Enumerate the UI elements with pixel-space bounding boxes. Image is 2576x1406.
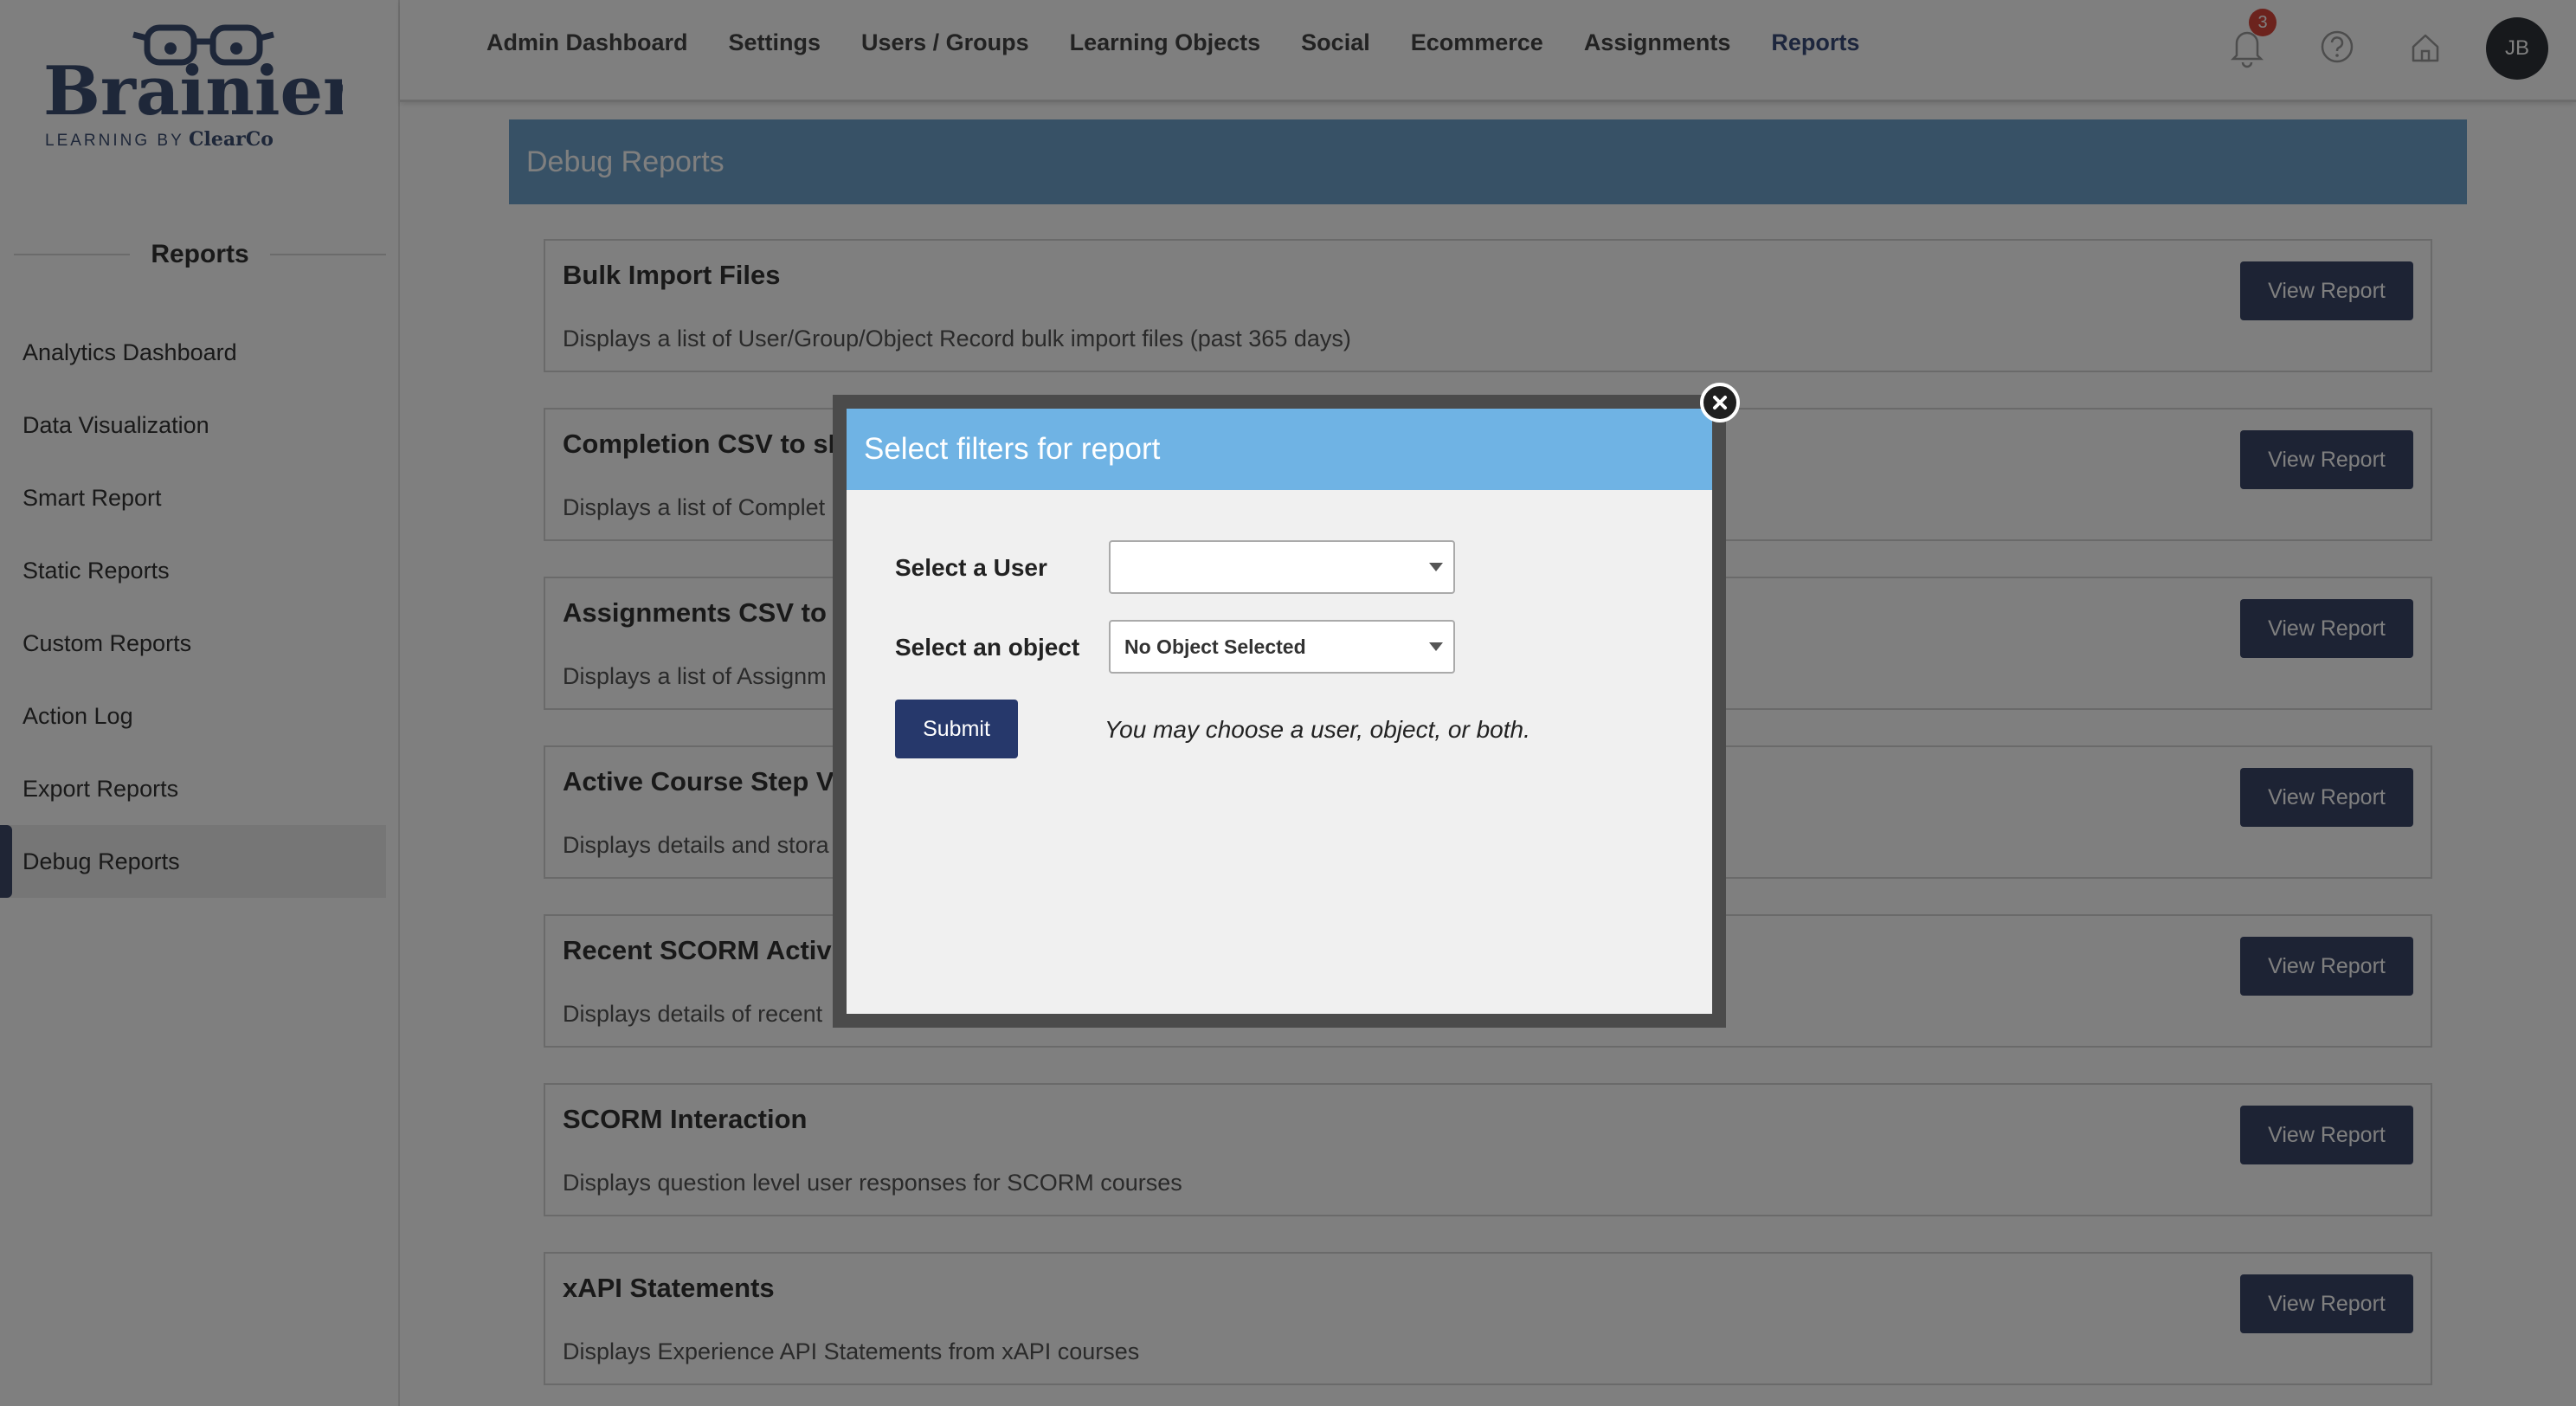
chevron-down-icon <box>1429 642 1443 651</box>
close-icon[interactable] <box>1700 383 1740 422</box>
object-select-label: Select an object <box>895 634 1080 661</box>
submit-button[interactable]: Submit <box>895 700 1018 758</box>
filter-hint: You may choose a user, object, or both. <box>1104 716 1530 743</box>
user-select-label: Select a User <box>895 554 1047 581</box>
object-select-value: No Object Selected <box>1124 635 1306 658</box>
user-select[interactable] <box>1109 540 1455 594</box>
chevron-down-icon <box>1429 563 1443 571</box>
modal-body: Select filters for report Select a User … <box>847 409 1712 1014</box>
filter-modal: Select filters for report Select a User … <box>833 395 1726 1028</box>
modal-title: Select filters for report <box>864 432 1161 466</box>
modal-header: Select filters for report <box>847 409 1712 490</box>
object-select[interactable]: No Object Selected <box>1109 620 1455 674</box>
